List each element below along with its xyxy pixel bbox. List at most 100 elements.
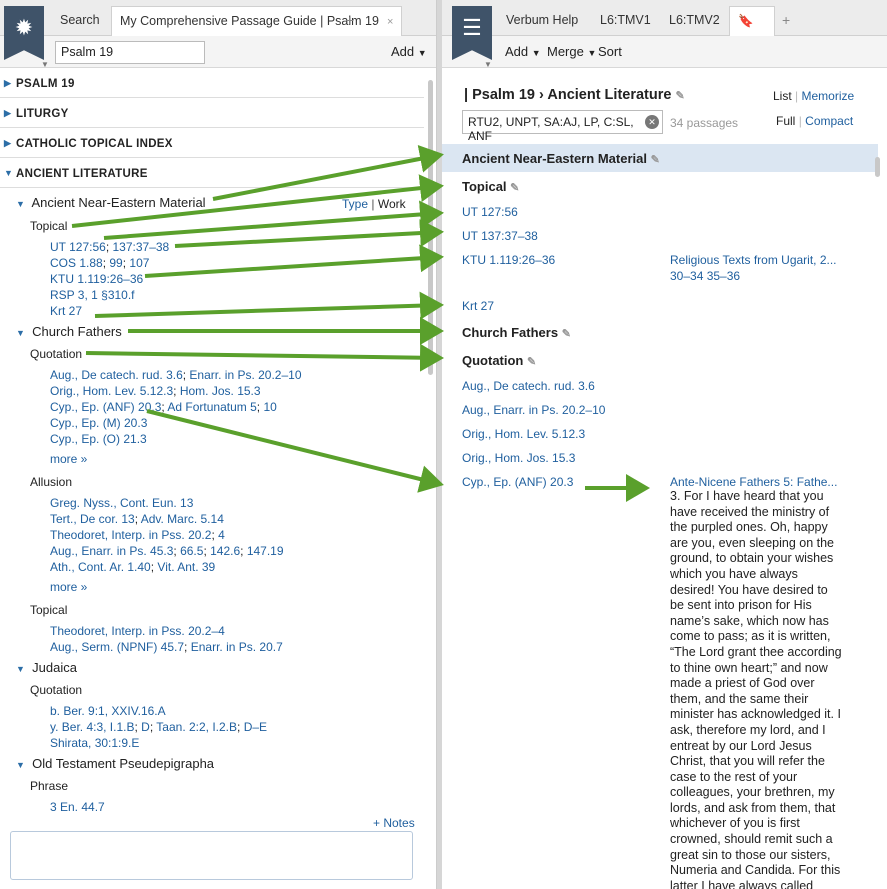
breadcrumb-item[interactable]: Psalm 19 <box>472 87 535 103</box>
add-tab-button[interactable]: + <box>782 12 790 28</box>
reference-link[interactable]: Aug., Serm. (NPNF) 45.7 <box>50 640 184 654</box>
reference-link[interactable]: Aug., De catech. rud. 3.6 <box>50 368 183 382</box>
pencil-icon[interactable]: ✎ <box>562 328 571 340</box>
reference-link[interactable]: KTU 1.119:26–36 <box>50 272 143 286</box>
work-view-link[interactable]: Work <box>378 197 406 211</box>
tab-search[interactable]: Search <box>52 6 108 36</box>
reference-link[interactable]: Hom. Jos. 15.3 <box>180 384 261 398</box>
collapse-triangle-icon[interactable]: ▼ <box>16 199 25 209</box>
pencil-icon[interactable]: ✎ <box>527 356 536 368</box>
more-link[interactable]: more » <box>50 452 87 466</box>
reference-link[interactable]: D–E <box>244 720 267 734</box>
group-ot-pseudepigrapha[interactable]: ▼ Old Testament Pseudepigrapha <box>16 756 214 771</box>
passage-link[interactable]: Aug., De catech. rud. 3.6 <box>462 379 595 393</box>
reference-link[interactable]: Theodoret, Interp. in Pss. 20.2–4 <box>50 624 225 638</box>
chevron-down-icon[interactable]: ▼ <box>41 60 49 69</box>
scrollbar[interactable] <box>875 157 880 177</box>
collapse-triangle-icon[interactable]: ▼ <box>16 328 25 338</box>
passage-link[interactable]: KTU 1.119:26–36 <box>462 253 555 267</box>
collapse-triangle-icon[interactable]: ▼ <box>16 760 25 770</box>
clear-icon[interactable]: ✕ <box>645 115 659 129</box>
reference-link[interactable]: Cyp., Ep. (O) 21.3 <box>50 432 147 446</box>
passage-link[interactable]: Cyp., Ep. (ANF) 20.3 <box>462 475 573 489</box>
passage-link[interactable]: Orig., Hom. Jos. 15.3 <box>462 451 575 465</box>
reference-link[interactable]: 142.6 <box>210 544 240 558</box>
group-church-fathers[interactable]: ▼ Church Fathers <box>16 324 122 339</box>
chevron-down-icon[interactable]: ▼ <box>484 60 492 69</box>
reference-link[interactable]: y. Ber. 4:3, I.1.B <box>50 720 135 734</box>
passage-link[interactable]: Aug., Enarr. in Ps. 20.2–10 <box>462 403 605 417</box>
reference-link[interactable]: Theodoret, Interp. in Pss. 20.2 <box>50 528 211 542</box>
tab-tmv1[interactable]: L6:TMV1 <box>592 6 659 36</box>
reference-link[interactable]: Aug., Enarr. in Ps. 45.3 <box>50 544 173 558</box>
expand-triangle-icon[interactable]: ▶ <box>4 108 11 119</box>
reference-link[interactable]: UT 127:56 <box>50 240 106 254</box>
collapse-triangle-icon[interactable]: ▼ <box>16 664 25 674</box>
compact-view-link[interactable]: Compact <box>805 114 853 128</box>
passage-link[interactable]: Orig., Hom. Lev. 5.12.3 <box>462 427 585 441</box>
more-link[interactable]: more » <box>50 580 87 594</box>
reference-link[interactable]: b. Ber. 9:1, XXIV.16.A <box>50 704 166 718</box>
reference-link[interactable]: Orig., Hom. Lev. 5.12.3 <box>50 384 173 398</box>
reference-link[interactable]: D <box>141 720 150 734</box>
scrollbar[interactable] <box>428 80 433 375</box>
section-catholic-topical-index[interactable]: ▶ CATHOLIC TOPICAL INDEX <box>0 130 424 158</box>
reference-link[interactable]: 4 <box>218 528 225 542</box>
page-link[interactable]: 30–34 35–36 <box>670 269 740 283</box>
reference-link[interactable]: Taan. 2:2, I.2.B <box>156 720 237 734</box>
section-psalm-19[interactable]: ▶ PSALM 19 <box>0 70 424 98</box>
reference-link[interactable]: RSP 3, 1 §310.f <box>50 288 135 302</box>
reference-link[interactable]: 147.19 <box>247 544 284 558</box>
section-liturgy[interactable]: ▶ LITURGY <box>0 100 424 128</box>
reference-link[interactable]: Ad Fortunatum 5 <box>167 400 256 414</box>
group-ancient-near-eastern[interactable]: ▼ Ancient Near-Eastern Material <box>16 195 206 210</box>
source-link[interactable]: Religious Texts from Ugarit, 2... <box>670 253 837 267</box>
passage-link[interactable]: UT 137:37–38 <box>462 229 538 243</box>
expand-triangle-icon[interactable]: ▶ <box>4 138 11 149</box>
pencil-icon[interactable]: ✎ <box>651 154 660 166</box>
heading-ancient-near-eastern[interactable]: Ancient Near-Eastern Material ✎ <box>462 151 660 166</box>
merge-menu-button[interactable]: Merge ▼ <box>547 44 596 59</box>
pencil-icon[interactable]: ✎ <box>675 90 684 102</box>
heading-church-fathers[interactable]: Church Fathers ✎ <box>462 325 571 340</box>
reference-link[interactable]: Vit. Ant. 39 <box>157 560 215 574</box>
list-view-link[interactable]: List <box>773 89 792 103</box>
reference-link[interactable]: 107 <box>129 256 149 270</box>
add-menu-button[interactable]: Add ▼ <box>505 44 541 59</box>
full-view-link[interactable]: Full <box>776 114 795 128</box>
reference-link[interactable]: 3 En. 44.7 <box>50 800 105 814</box>
reference-link[interactable]: Greg. Nyss., Cont. Eun. 13 <box>50 496 193 510</box>
close-icon[interactable]: × <box>387 16 393 28</box>
reference-link[interactable]: Adv. Marc. 5.14 <box>141 512 224 526</box>
reference-link[interactable]: Cyp., Ep. (ANF) 20.3 <box>50 400 161 414</box>
reference-link[interactable]: 10 <box>263 400 276 414</box>
breadcrumb-item[interactable]: Ancient Literature <box>547 87 671 103</box>
expand-triangle-icon[interactable]: ▶ <box>4 78 11 89</box>
reference-link[interactable]: Ath., Cont. Ar. 1.40 <box>50 560 151 574</box>
collapse-triangle-icon[interactable]: ▼ <box>4 168 13 178</box>
reference-link[interactable]: Tert., De cor. 13 <box>50 512 135 526</box>
add-menu-button[interactable]: Add ▼ <box>391 44 427 59</box>
sort-button[interactable]: Sort <box>598 44 622 59</box>
heading-quotation[interactable]: Quotation ✎ <box>462 353 536 368</box>
passage-link[interactable]: UT 127:56 <box>462 205 518 219</box>
source-link[interactable]: Ante-Nicene Fathers 5: Fathe... <box>670 475 837 489</box>
pencil-icon[interactable]: ✎ <box>510 182 519 194</box>
notes-input[interactable] <box>10 831 413 880</box>
tab-passage-guide[interactable]: My Comprehensive Passage Guide | Psalm 1… <box>111 6 403 36</box>
memorize-view-link[interactable]: Memorize <box>802 89 855 103</box>
reference-input[interactable]: Psalm 19 <box>55 41 205 64</box>
reference-link[interactable]: Shirata, 30:1:9.E <box>50 736 139 750</box>
heading-topical[interactable]: Topical ✎ <box>462 179 519 194</box>
reference-link[interactable]: Enarr. in Ps. 20.2–10 <box>189 368 301 382</box>
add-tab-button[interactable]: + <box>346 12 354 28</box>
type-view-link[interactable]: Type <box>342 197 368 211</box>
tab-verbum-help[interactable]: Verbum Help <box>498 6 586 36</box>
reference-link[interactable]: COS 1.88 <box>50 256 103 270</box>
tab-tmv2[interactable]: L6:TMV2 <box>661 6 728 36</box>
reference-link[interactable]: 66.5 <box>180 544 203 558</box>
reference-link[interactable]: Cyp., Ep. (M) 20.3 <box>50 416 147 430</box>
reference-link[interactable]: 99 <box>109 256 122 270</box>
reference-link[interactable]: Enarr. in Ps. 20.7 <box>191 640 283 654</box>
section-ancient-literature[interactable]: ▼ ANCIENT LITERATURE <box>0 160 424 188</box>
